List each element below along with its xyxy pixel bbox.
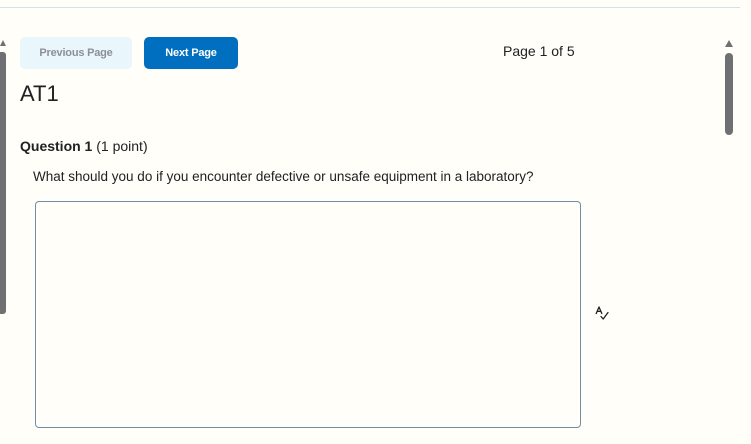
right-scroll-up-arrow[interactable]	[725, 40, 733, 47]
question-points: (1 point)	[96, 138, 148, 154]
quiz-page: Previous Page Next Page Page 1 of 5 AT1 …	[0, 0, 751, 444]
quiz-title: AT1	[20, 81, 59, 106]
left-scrollbar-thumb[interactable]	[0, 52, 6, 314]
top-divider	[0, 7, 740, 8]
question-text: What should you do if you encounter defe…	[33, 169, 534, 184]
question-number: Question 1	[20, 138, 93, 154]
left-scroll-up-arrow[interactable]	[0, 40, 6, 46]
page-indicator: Page 1 of 5	[503, 43, 575, 59]
next-page-button[interactable]: Next Page	[144, 37, 238, 69]
spellcheck-icon[interactable]	[594, 305, 610, 321]
previous-page-button[interactable]: Previous Page	[20, 37, 132, 69]
right-scrollbar-thumb[interactable]	[725, 53, 733, 135]
question-heading: Question 1 (1 point)	[20, 138, 148, 154]
answer-textarea[interactable]	[35, 201, 581, 428]
